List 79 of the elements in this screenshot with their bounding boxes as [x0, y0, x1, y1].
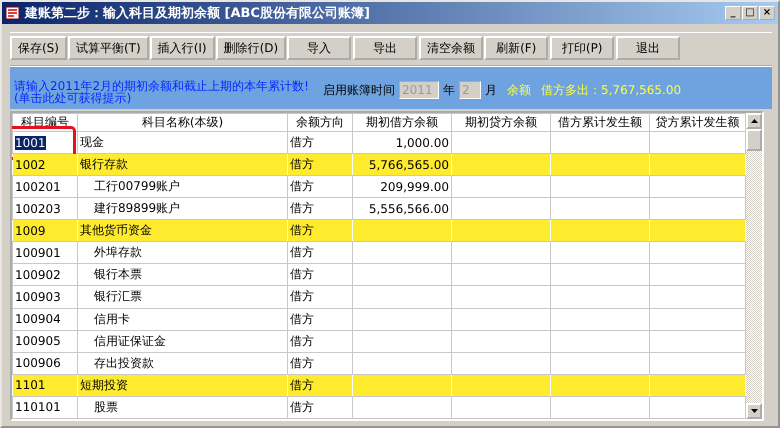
- name-cell: 银行汇票: [78, 286, 288, 308]
- code-cell: 100902: [12, 264, 78, 286]
- name-cell: 股票: [78, 396, 288, 418]
- direction-cell: 借方: [288, 264, 352, 286]
- name-cell: 短期投资: [78, 374, 288, 396]
- toolbar-button[interactable]: 插入行(I): [150, 36, 215, 60]
- code-cell: 100904: [12, 308, 78, 330]
- code-cell: 1009: [12, 220, 78, 242]
- name-cell: 存出投资款: [78, 352, 288, 374]
- table-row[interactable]: 100905 信用证保证金 借方: [12, 330, 746, 352]
- direction-cell: 借方: [288, 242, 352, 264]
- direction-cell: 借方: [288, 396, 352, 418]
- code-cell: 1002: [12, 154, 78, 176]
- name-cell: 外埠存款: [78, 242, 288, 264]
- column-header[interactable]: 余额方向: [288, 114, 352, 132]
- table-row[interactable]: 100201 工行00799账户 借方 209,999.00: [12, 176, 746, 198]
- table-row[interactable]: 1002 银行存款 借方 5,766,565.00: [12, 154, 746, 176]
- direction-cell: 借方: [288, 286, 352, 308]
- app-icon: [5, 5, 21, 21]
- toolbar-button[interactable]: 清空余额: [419, 36, 484, 60]
- table-row[interactable]: 100904 信用卡 借方: [12, 308, 746, 330]
- debit-cell: 5,766,565.00: [352, 154, 452, 176]
- prompt-text: 请输入2011年2月的期初余额和截止上期的本年累计数!: [14, 80, 309, 92]
- start-date-label: 启用账簿时间: [322, 82, 395, 98]
- name-cell: 信用卡: [78, 308, 288, 330]
- scroll-up-button[interactable]: [746, 113, 762, 129]
- close-button[interactable]: ×: [759, 6, 775, 20]
- scroll-down-button[interactable]: [746, 403, 762, 419]
- code-cell: 110101: [12, 396, 78, 418]
- toolbar-button[interactable]: 退出: [616, 36, 680, 60]
- toolbar-button[interactable]: 打印(P): [550, 36, 614, 60]
- table-row[interactable]: 1009 其他货币资金 借方: [12, 220, 746, 242]
- table-row[interactable]: 100902 银行本票 借方: [12, 264, 746, 286]
- name-cell: 其他货币资金: [78, 220, 288, 242]
- column-header[interactable]: 贷方累计发生额: [650, 114, 746, 132]
- month-label: 月: [484, 82, 497, 98]
- toolbar-button[interactable]: 导入: [287, 36, 352, 60]
- toolbar-button[interactable]: 导出: [353, 36, 418, 60]
- balance-label: 余额: [506, 82, 531, 98]
- code-cell: 100906: [12, 352, 78, 374]
- direction-cell: 借方: [288, 330, 352, 352]
- name-cell: 银行存款: [78, 154, 288, 176]
- code-cell: 100905: [12, 330, 78, 352]
- maximize-button[interactable]: □: [742, 6, 758, 20]
- column-header[interactable]: 期初贷方余额: [452, 114, 550, 132]
- name-cell: 信用证保证金: [78, 330, 288, 352]
- down-arrow-icon: [750, 409, 758, 413]
- debit-cell: 209,999.00: [352, 176, 452, 198]
- scroll-thumb[interactable]: [746, 129, 762, 151]
- minimize-button[interactable]: _: [725, 6, 741, 20]
- toolbar-button[interactable]: 刷新(F): [484, 36, 548, 60]
- window-title: 建账第二步：输入科目及期初余额 [ABC股份有限公司账簿]: [25, 4, 370, 22]
- table-row[interactable]: 110101 股票 借方: [12, 396, 746, 418]
- direction-cell: 借方: [288, 374, 352, 396]
- table-row[interactable]: 100903 银行汇票 借方: [12, 286, 746, 308]
- code-cell: 100201: [12, 176, 78, 198]
- name-cell: 银行本票: [78, 264, 288, 286]
- year-label: 年: [442, 82, 455, 98]
- code-cell: 100903: [12, 286, 78, 308]
- direction-cell: 借方: [288, 308, 352, 330]
- column-header[interactable]: 科目名称(本级): [78, 114, 288, 132]
- direction-cell: 借方: [288, 154, 352, 176]
- direction-cell: 借方: [288, 352, 352, 374]
- toolbar-button[interactable]: 保存(S): [10, 36, 67, 60]
- balance-text: 借方多出：5,767,565.00: [540, 82, 682, 98]
- name-cell: 工行00799账户: [78, 176, 288, 198]
- scrollbar[interactable]: [746, 113, 762, 419]
- table-row[interactable]: 100906 存出投资款 借方: [12, 352, 746, 374]
- column-header[interactable]: 期初借方余额: [352, 114, 452, 132]
- code-cell: 1101: [12, 374, 78, 396]
- toolbar-button[interactable]: 删除行(D): [216, 36, 286, 60]
- direction-cell: 借方: [288, 220, 352, 242]
- column-header[interactable]: 借方累计发生额: [550, 114, 650, 132]
- up-arrow-icon: [750, 119, 758, 123]
- code-cell: 100901: [12, 242, 78, 264]
- toolbar-button[interactable]: 试算平衡(T): [68, 36, 149, 60]
- table-row[interactable]: 1101 短期投资 借方: [12, 374, 746, 396]
- direction-cell: 借方: [288, 176, 352, 198]
- table-row[interactable]: 100901 外埠存款 借方: [12, 242, 746, 264]
